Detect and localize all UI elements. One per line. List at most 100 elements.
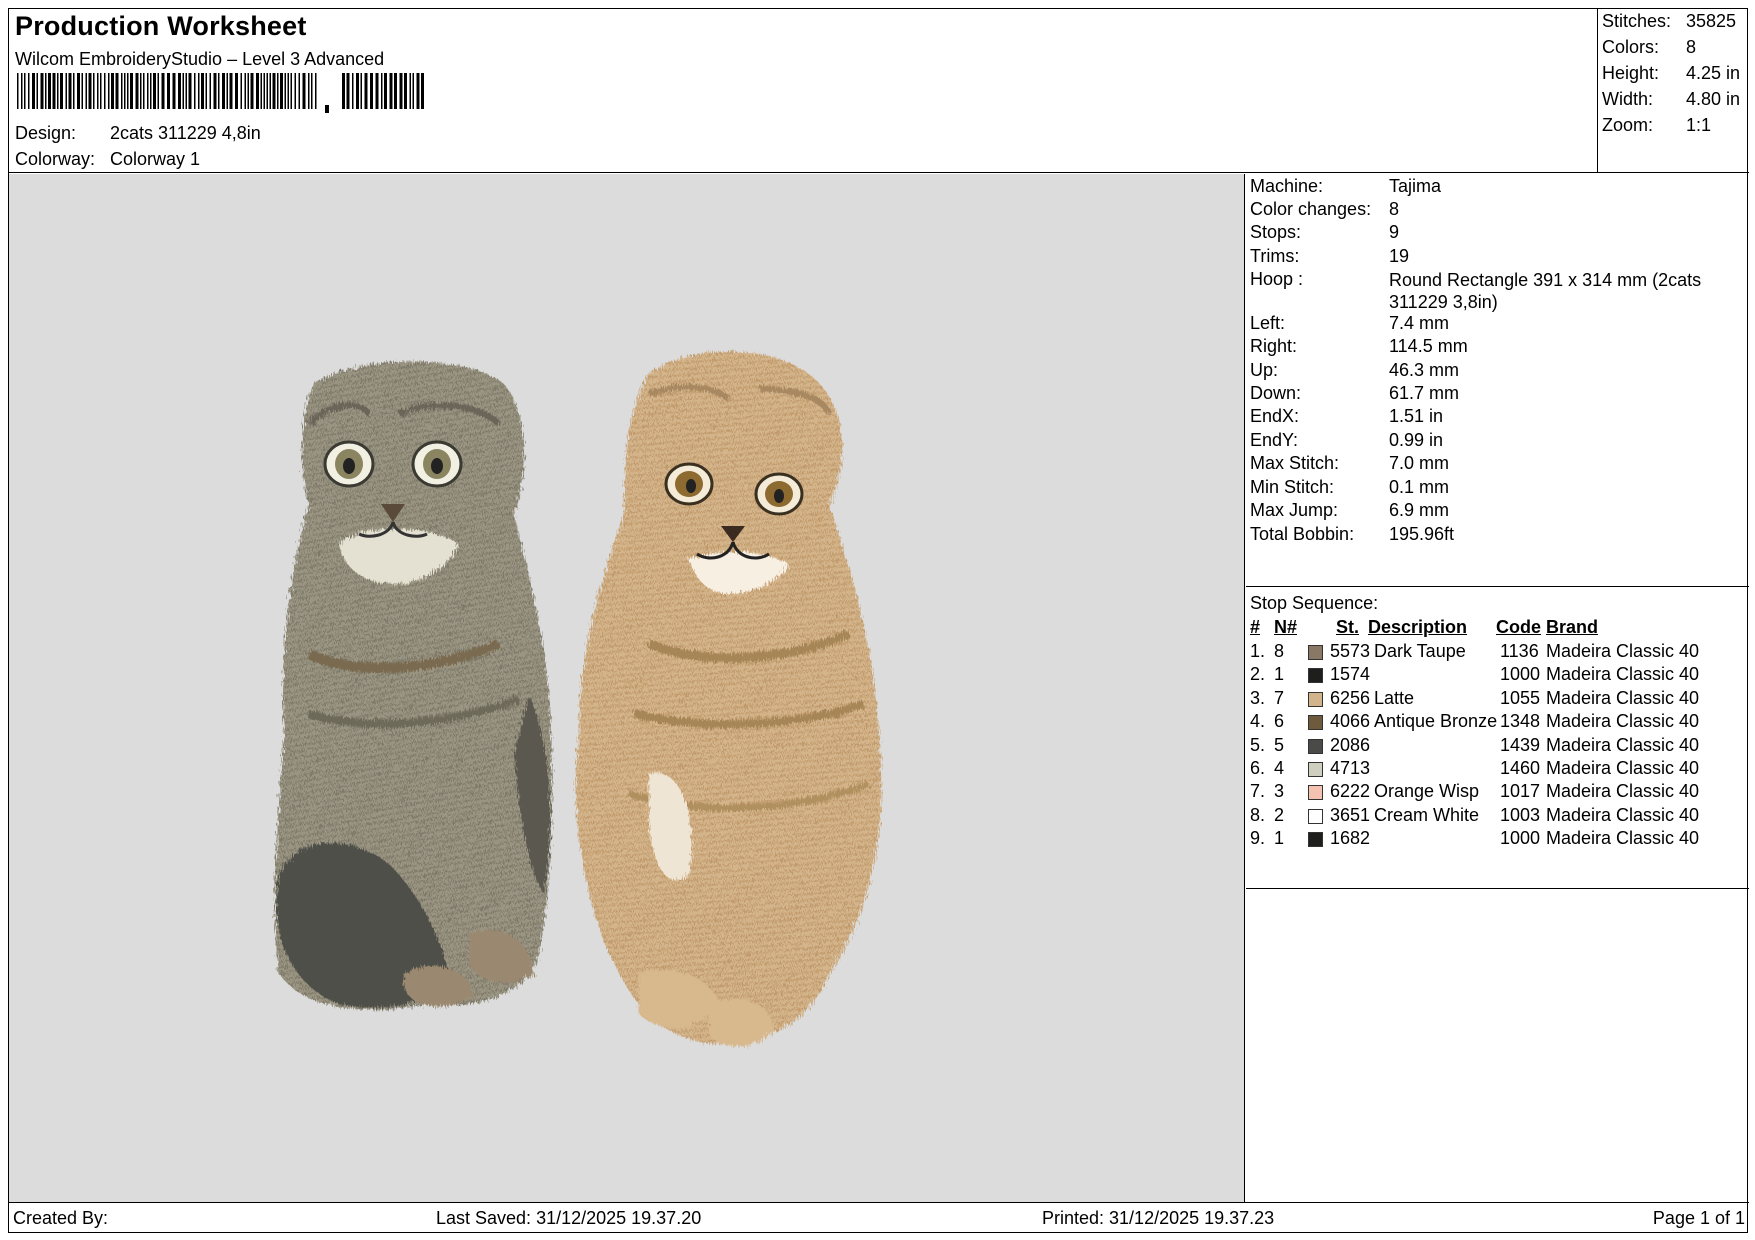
total-bobbin-value: 195.96ft [1389,524,1455,544]
barcode-bar [167,73,170,109]
printed-date: Printed: 31/12/2025 19.37.23 [1042,1208,1275,1228]
barcode-bar [143,73,145,109]
barcode-bar [269,73,271,109]
stop-row-num: 4. [1250,711,1266,732]
barcode-bar [77,73,80,109]
barcode-bar [130,73,133,109]
hoop-value: Round Rectangle 391 x 314 mm (2cats 3112… [1389,270,1702,312]
stop-row-brand: Madeira Classic 40 [1546,758,1700,778]
stop-row-stitches: 5573 [1330,641,1371,661]
stop-row-num: 2. [1250,664,1266,685]
barcode-bar [127,73,129,109]
stops-label: Stops: [1250,222,1302,242]
barcode-bar [60,73,63,109]
width-label: Width: [1602,89,1654,109]
barcode-bar [302,73,306,109]
stops-value: 9 [1389,222,1400,242]
barcode-bar [36,73,38,109]
right-label: Right: [1250,336,1298,356]
width-stat: Width: 4.80 in [1602,89,1740,110]
barcode-bar [140,73,142,109]
design-label: Design: [15,123,77,143]
barcode-bar [284,73,286,109]
barcode-bar [229,73,233,109]
barcode-bar [57,73,59,109]
barcode-bar [370,73,373,109]
col-header-num: # [1250,617,1261,637]
divider [1246,586,1749,587]
barcode-bar [100,73,102,109]
barcode-bar [298,73,300,109]
thread-color-swatch [1308,738,1323,754]
left-label: Left: [1250,313,1286,333]
barcode-bar [222,73,225,109]
barcode-bar [342,73,345,109]
zoom-stat: Zoom: 1:1 [1602,115,1711,136]
stop-row-brand: Madeira Classic 40 [1546,641,1700,661]
barcode-bar [356,73,359,109]
barcode-bar [24,73,26,109]
barcode-bar [205,73,207,109]
barcode-bar [108,73,110,109]
barcode-bar [399,73,403,109]
stop-row-num: 9. [1250,828,1266,849]
stop-row-code: 1017 [1500,781,1541,802]
stop-row-code: 1000 [1500,664,1541,685]
stop-row-stitches: 4713 [1330,758,1371,778]
barcode-bar [194,73,196,109]
stop-row-description: Antique Bronze [1374,711,1498,732]
thread-color-swatch [1308,668,1323,684]
barcode-bar [294,73,296,109]
barcode-bar [308,73,310,109]
barcode-bar [404,73,407,109]
stop-row-brand: Madeira Classic 40 [1546,804,1700,825]
down-label: Down: [1250,383,1302,403]
barcode-bar [256,73,259,109]
barcode-bar [172,73,176,109]
stop-row: 5. 5 2086 1439 Madeira Classic 40 [1250,735,1745,761]
barcode-bar [93,73,95,109]
trims-value: 19 [1389,246,1410,266]
barcode-bar [226,73,228,109]
software-name: Wilcom EmbroideryStudio – Level 3 Advanc… [15,49,385,69]
barcode [17,73,427,113]
worksheet-footer: Created By: Last Saved: 31/12/2025 19.37… [9,1202,1749,1234]
barcode-bar [247,73,249,109]
endy-label: EndY: [1250,430,1299,450]
barcode-bar [182,73,184,109]
stop-row-num: 1. [1250,641,1266,661]
height-stat: Height: 4.25 in [1602,63,1740,84]
barcode-bar [311,73,313,109]
thread-color-swatch [1308,832,1323,848]
stop-row-needle: 3 [1274,781,1285,802]
barcode-bar [412,73,414,109]
machine-value: Tajima [1389,176,1442,196]
col-header-n: N# [1274,617,1298,637]
trims-label: Trims: [1250,246,1300,266]
stop-row: 1. 8 5573 Dark Taupe 1136 Madeira Classic 40 [1250,641,1745,667]
barcode-bar [85,73,87,109]
right-value: 114.5 mm [1389,336,1468,356]
barcode-bar [185,73,187,109]
thread-color-swatch [1308,691,1323,707]
barcode-bar [188,73,192,109]
barcode-bar [346,73,350,109]
thread-color-swatch [1308,808,1323,824]
barcode-bar [244,73,246,109]
endx-value: 1.51 in [1389,406,1444,426]
min-stitch-value: 0.1 mm [1389,477,1450,497]
max-jump-label: Max Jump: [1250,500,1339,520]
barcode-bar [394,73,397,109]
barcode-bar [68,73,72,109]
barcode-bar [28,73,30,109]
barcode-bar [280,73,283,109]
last-saved: Last Saved: 31/12/2025 19.37.20 [436,1208,702,1228]
barcode-bar [115,73,119,109]
stop-row-code: 1439 [1500,734,1541,755]
colorway-label: Colorway: [15,149,96,169]
stop-row-needle: 7 [1274,687,1285,708]
barcode-bar [104,73,106,109]
color-changes-value: 8 [1389,199,1400,219]
hoop-label: Hoop : [1250,269,1304,289]
barcode-bar [360,73,362,109]
